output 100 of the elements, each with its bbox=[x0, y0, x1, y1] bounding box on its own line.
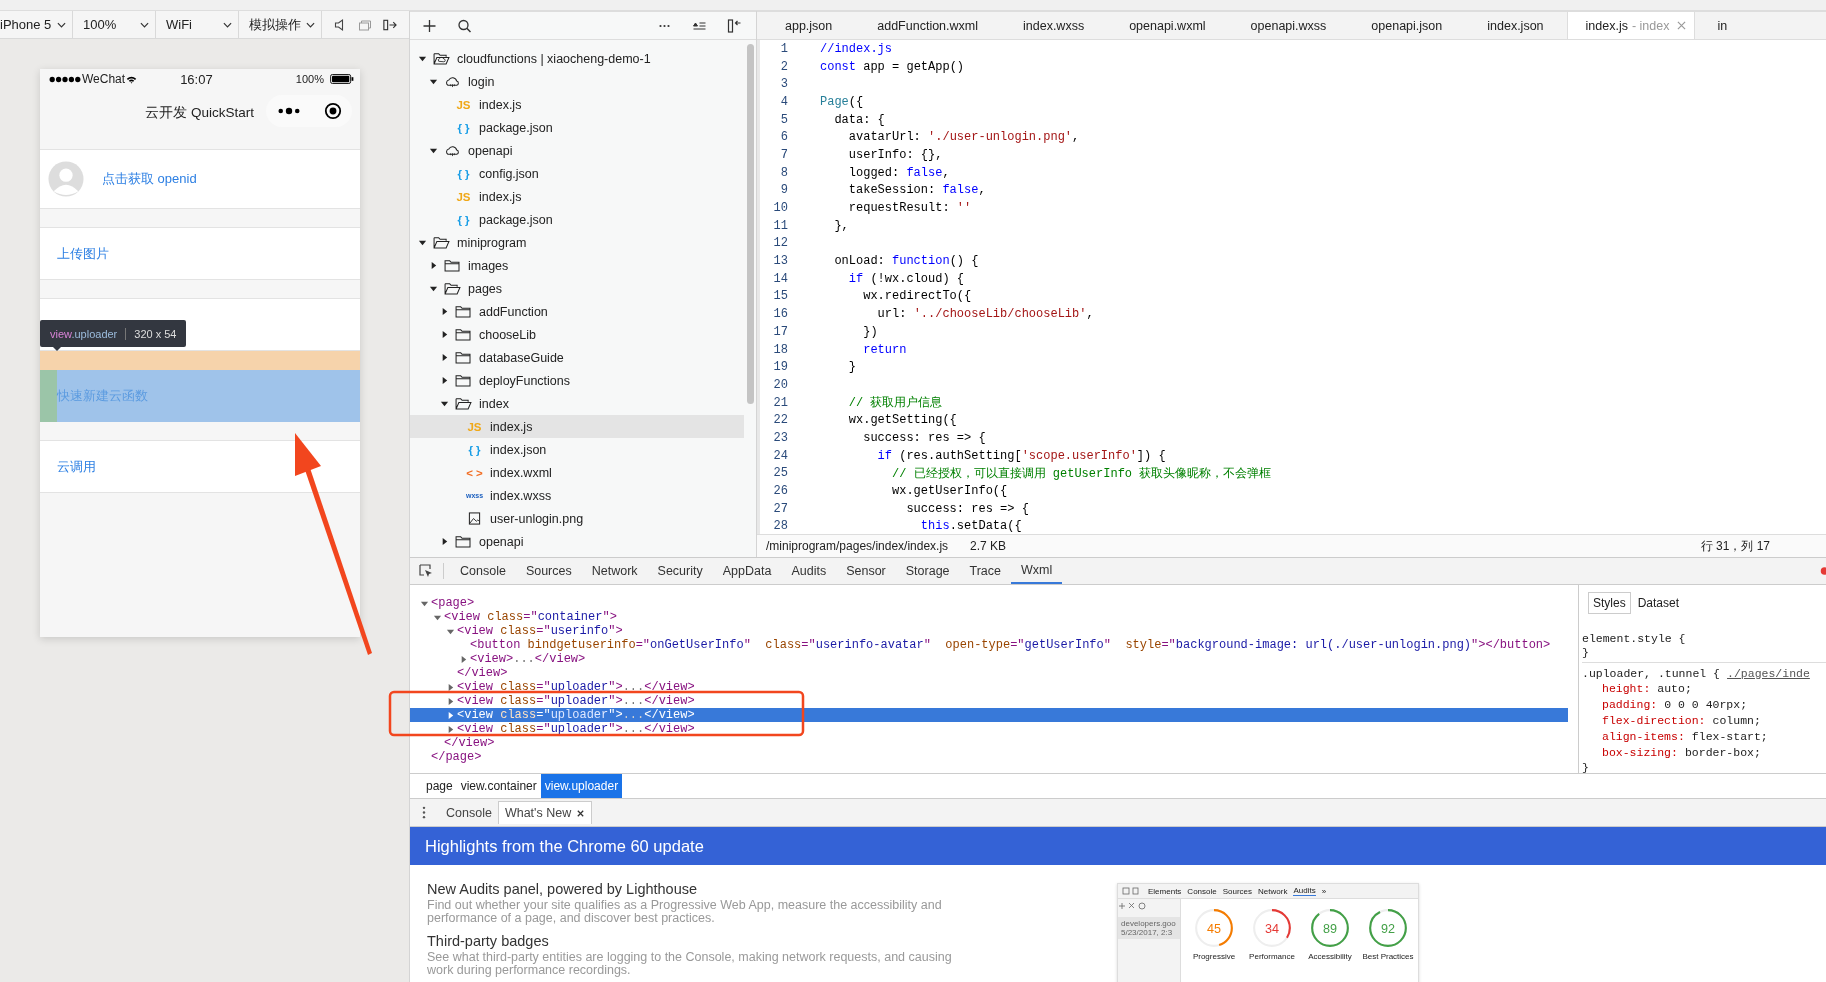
file-tree-item[interactable]: chooseLib bbox=[410, 323, 744, 346]
line-number: 16 bbox=[772, 307, 788, 322]
js-file-icon: JS bbox=[455, 190, 472, 203]
file-tree-item[interactable]: JS index.js bbox=[410, 185, 744, 208]
file-tree-item[interactable]: JS index.js bbox=[410, 415, 744, 438]
file-tree-item[interactable]: cloudfunctions | xiaocheng-demo-1 bbox=[410, 47, 744, 70]
collapsed-triangle-icon[interactable] bbox=[429, 261, 438, 270]
code-line: success: res => { bbox=[862, 430, 986, 445]
dom-node[interactable]: <view class="uploader">...</view> bbox=[457, 722, 695, 736]
file-tree-item[interactable]: deployFunctions bbox=[410, 369, 744, 392]
get-openid-link[interactable]: 点击获取 openid bbox=[102, 170, 197, 188]
inspect-element-icon[interactable] bbox=[419, 564, 433, 578]
error-icon[interactable] bbox=[1820, 565, 1826, 577]
file-tree-item[interactable]: login bbox=[410, 70, 744, 93]
dom-node[interactable]: <view class="uploader">...</view> bbox=[457, 694, 695, 708]
expanded-triangle-icon[interactable] bbox=[429, 284, 438, 293]
editor-tab[interactable]: index.js - index bbox=[1566, 12, 1696, 39]
devtools-tab[interactable]: Sources bbox=[515, 558, 582, 584]
dropdown[interactable]: 模拟操作 bbox=[239, 11, 322, 38]
dropdown[interactable]: 100% bbox=[73, 11, 156, 38]
file-tree-item[interactable]: images bbox=[410, 254, 744, 277]
close-icon[interactable] bbox=[576, 808, 586, 818]
devtools-tab[interactable]: Network bbox=[581, 558, 648, 584]
capsule-menu[interactable] bbox=[266, 95, 352, 127]
breadcrumb[interactable]: view.container bbox=[456, 774, 541, 798]
styles-tab[interactable]: Styles bbox=[1588, 592, 1631, 614]
line-number: 2 bbox=[779, 59, 788, 74]
source-link[interactable]: ./pages/inde bbox=[1727, 666, 1810, 680]
devtools-tab[interactable]: Trace bbox=[959, 558, 1012, 584]
editor-tab[interactable]: openapi.wxss bbox=[1228, 12, 1350, 39]
file-tree-item[interactable]: pages bbox=[410, 277, 744, 300]
collapsed-triangle-icon[interactable] bbox=[440, 376, 449, 385]
devtools-tab[interactable]: Storage bbox=[895, 558, 960, 584]
file-tree-item[interactable]: openapi bbox=[410, 530, 744, 553]
close-target-icon[interactable] bbox=[324, 102, 342, 120]
dom-node[interactable]: <view class="container"> bbox=[444, 610, 617, 624]
more-tabs: » bbox=[1321, 886, 1327, 896]
search-icon[interactable] bbox=[457, 18, 472, 33]
collapsed-triangle-icon[interactable] bbox=[440, 307, 449, 316]
dom-node[interactable]: <view class="uploader">...</view> bbox=[457, 680, 695, 694]
closing-tag: </page> bbox=[431, 750, 482, 764]
line-number: 4 bbox=[779, 94, 788, 109]
menu-link[interactable]: 云调用 bbox=[57, 457, 96, 476]
editor-tab[interactable]: openapi.wxml bbox=[1107, 12, 1229, 39]
file-tree-item[interactable]: { } index.json bbox=[410, 438, 744, 461]
expanded-triangle-icon[interactable] bbox=[418, 238, 427, 247]
devtools-tab[interactable]: Sensor bbox=[836, 558, 896, 584]
expanded-triangle-icon[interactable] bbox=[429, 77, 438, 86]
devtools-tab[interactable]: Wxml bbox=[1011, 558, 1063, 584]
expanded-triangle-icon[interactable] bbox=[429, 146, 438, 155]
drawer-tab[interactable]: What's New bbox=[497, 801, 593, 824]
file-tree-item[interactable]: miniprogram bbox=[410, 231, 744, 254]
dropdown[interactable]: iPhone 5 bbox=[0, 11, 73, 38]
file-tree-item[interactable]: openapi bbox=[410, 139, 744, 162]
more-icon[interactable] bbox=[278, 107, 300, 115]
editor-tab[interactable]: index.json bbox=[1465, 12, 1567, 39]
editor-tab[interactable]: app.json bbox=[757, 12, 856, 39]
editor-tab[interactable]: addFunction.wxml bbox=[855, 12, 1001, 39]
json-file-icon: { } bbox=[455, 213, 472, 226]
exit-panel-icon[interactable] bbox=[382, 17, 397, 32]
report-url: developers.goo bbox=[1121, 919, 1177, 928]
collapsed-triangle-icon[interactable] bbox=[440, 537, 449, 546]
feature-title: New Audits panel, powered by Lighthouse bbox=[427, 881, 699, 897]
add-icon[interactable] bbox=[422, 18, 437, 33]
dom-node[interactable]: <button bindgetuserinfo="onGetUserInfo" class="userinfo-avatar" open-type="getUserInfo" style="background-image: url(./user-unlogin.png)"></button> bbox=[470, 638, 1551, 652]
line-number: 19 bbox=[772, 360, 788, 375]
collapsed-triangle-icon[interactable] bbox=[440, 330, 449, 339]
expanded-triangle-icon[interactable] bbox=[440, 399, 449, 408]
scrollbar-thumb[interactable] bbox=[747, 44, 754, 404]
file-tree-item[interactable]: { } config.json bbox=[410, 162, 744, 185]
styles-tab[interactable]: Dataset bbox=[1632, 592, 1685, 614]
devtools-tab[interactable]: Console bbox=[450, 558, 516, 584]
devtools-tab[interactable]: Audits bbox=[781, 558, 837, 584]
editor-tab[interactable]: in bbox=[1695, 12, 1751, 39]
devtools-tab[interactable]: Security bbox=[647, 558, 713, 584]
cloud-icon bbox=[444, 144, 461, 157]
file-tree-item[interactable]: addFunction bbox=[410, 300, 744, 323]
file-tree-item[interactable]: { } package.json bbox=[410, 116, 744, 139]
breadcrumb[interactable]: view.uploader bbox=[540, 774, 623, 798]
file-tree-item[interactable]: JS index.js bbox=[410, 93, 744, 116]
collapsed-triangle-icon[interactable] bbox=[440, 353, 449, 362]
editor-tab[interactable]: index.wxss bbox=[1001, 12, 1108, 39]
file-tree-item[interactable]: index bbox=[410, 392, 744, 415]
dom-node[interactable]: <page> bbox=[431, 596, 475, 610]
breadcrumb[interactable]: page bbox=[422, 774, 457, 798]
dom-node[interactable]: <view>...</view> bbox=[470, 652, 586, 666]
file-tree-item[interactable]: { } package.json bbox=[410, 208, 744, 231]
collapse-panel-icon[interactable] bbox=[727, 18, 742, 33]
editor-tab[interactable]: openapi.json bbox=[1349, 12, 1466, 39]
file-tree-item[interactable]: user-unlogin.png bbox=[410, 507, 744, 530]
window-icon[interactable] bbox=[357, 17, 372, 32]
menu-link[interactable]: 上传图片 bbox=[57, 244, 109, 263]
dropdown[interactable]: WiFi bbox=[156, 11, 239, 38]
expanded-triangle-icon[interactable] bbox=[418, 54, 427, 63]
drawer-tab[interactable]: Console bbox=[440, 801, 498, 824]
devtools-tab[interactable]: AppData bbox=[712, 558, 782, 584]
file-tree-item[interactable]: databaseGuide bbox=[410, 346, 744, 369]
file-tree-item[interactable]: < > index.wxml bbox=[410, 461, 744, 484]
dom-node[interactable]: <view class="userinfo"> bbox=[457, 624, 623, 638]
menu-icon[interactable] bbox=[422, 806, 426, 819]
